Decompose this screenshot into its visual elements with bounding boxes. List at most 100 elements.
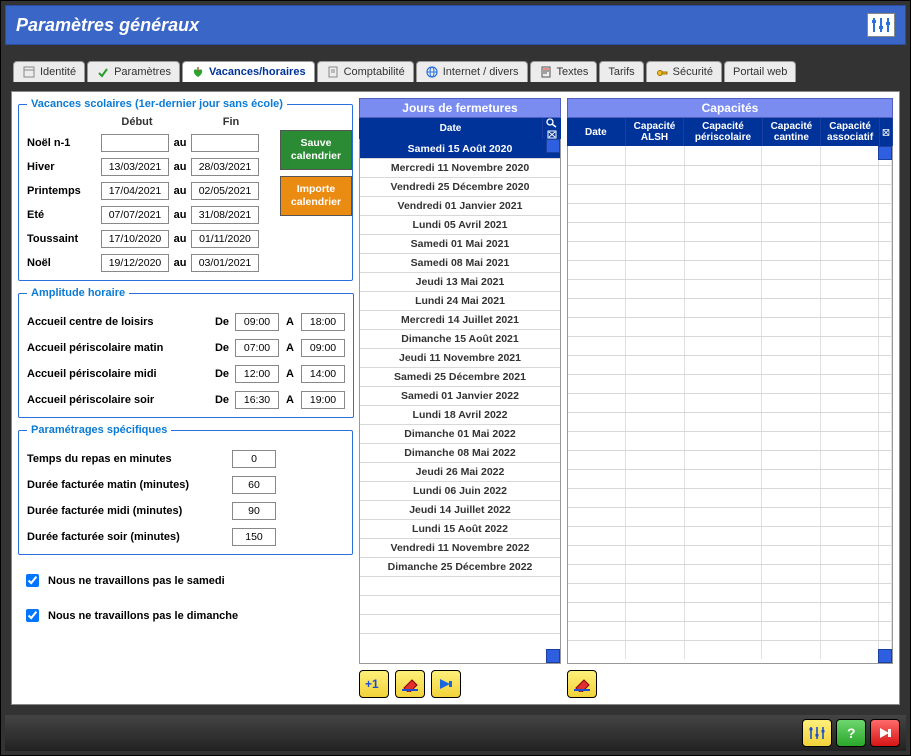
scroll-up-icon[interactable] — [546, 139, 560, 153]
th-capacite[interactable]: Date — [567, 118, 626, 146]
amp-to-input[interactable] — [301, 339, 345, 357]
closure-row[interactable]: Dimanche 15 Août 2021 — [360, 329, 560, 348]
closure-row[interactable] — [360, 595, 560, 614]
closure-row[interactable]: Lundi 05 Avril 2021 — [360, 215, 560, 234]
closure-row[interactable]: Jeudi 11 Novembre 2021 — [360, 348, 560, 367]
tab-identit-[interactable]: Identité — [13, 61, 85, 82]
tab-comptabilit-[interactable]: Comptabilité — [317, 61, 414, 82]
delete-capacity-button[interactable] — [567, 670, 597, 698]
capacity-row[interactable] — [568, 241, 892, 260]
vac-debut-input[interactable] — [101, 134, 169, 152]
closure-row[interactable]: Mercredi 11 Novembre 2020 — [360, 158, 560, 177]
closure-row[interactable]: Dimanche 25 Décembre 2022 — [360, 557, 560, 576]
tab-s-curit-[interactable]: Sécurité — [646, 61, 722, 82]
capacity-row[interactable] — [568, 336, 892, 355]
capacity-row[interactable] — [568, 640, 892, 659]
closure-row[interactable]: Vendredi 11 Novembre 2022 — [360, 538, 560, 557]
closure-row[interactable]: Dimanche 01 Mai 2022 — [360, 424, 560, 443]
vac-debut-input[interactable] — [101, 158, 169, 176]
capacity-row[interactable] — [568, 298, 892, 317]
delete-row-button[interactable] — [395, 670, 425, 698]
capacity-row[interactable] — [568, 146, 892, 165]
closure-row[interactable]: Dimanche 08 Mai 2022 — [360, 443, 560, 462]
closure-row[interactable]: Samedi 01 Janvier 2022 — [360, 386, 560, 405]
footer-help-button[interactable]: ? — [836, 719, 866, 747]
vac-fin-input[interactable] — [191, 182, 259, 200]
closure-row[interactable]: Lundi 18 Avril 2022 — [360, 405, 560, 424]
vac-fin-input[interactable] — [191, 230, 259, 248]
capacity-row[interactable] — [568, 450, 892, 469]
next-button[interactable] — [431, 670, 461, 698]
closure-row[interactable] — [360, 576, 560, 595]
vac-debut-input[interactable] — [101, 182, 169, 200]
closure-row[interactable]: Samedi 25 Décembre 2021 — [360, 367, 560, 386]
vac-fin-input[interactable] — [191, 254, 259, 272]
capacity-row[interactable] — [568, 165, 892, 184]
closure-row[interactable] — [360, 614, 560, 633]
closure-row[interactable]: Lundi 06 Juin 2022 — [360, 481, 560, 500]
save-calendar-button[interactable]: Sauve calendrier — [280, 130, 352, 170]
fermetures-body[interactable]: Samedi 15 Août 2020Mercredi 11 Novembre … — [359, 139, 561, 664]
closure-row[interactable]: Mercredi 14 Juillet 2021 — [360, 310, 560, 329]
tab-param-tres[interactable]: Paramètres — [87, 61, 180, 82]
closure-row[interactable]: Samedi 08 Mai 2021 — [360, 253, 560, 272]
capacity-row[interactable] — [568, 602, 892, 621]
capacity-row[interactable] — [568, 317, 892, 336]
th-capacite[interactable]: Capacité associatif — [821, 118, 880, 146]
amp-from-input[interactable] — [235, 391, 279, 409]
amp-from-input[interactable] — [235, 339, 279, 357]
capacity-row[interactable] — [568, 583, 892, 602]
spec-value-input[interactable] — [232, 450, 276, 468]
scroll-down-icon[interactable] — [546, 649, 560, 663]
capacites-body[interactable] — [567, 146, 893, 664]
amp-to-input[interactable] — [301, 313, 345, 331]
closure-row[interactable]: Jeudi 13 Mai 2021 — [360, 272, 560, 291]
closure-row[interactable]: Vendredi 01 Janvier 2021 — [360, 196, 560, 215]
capacity-row[interactable] — [568, 469, 892, 488]
capacity-row[interactable] — [568, 564, 892, 583]
search-icon[interactable] — [546, 118, 558, 128]
capacity-row[interactable] — [568, 621, 892, 640]
spec-value-input[interactable] — [232, 502, 276, 520]
vac-debut-input[interactable] — [101, 206, 169, 224]
tab-tarifs[interactable]: Tarifs — [599, 61, 643, 82]
th-capacite[interactable]: Capacité ALSH — [626, 118, 685, 146]
capacity-row[interactable] — [568, 412, 892, 431]
capacity-row[interactable] — [568, 260, 892, 279]
tab-internet-divers[interactable]: Internet / divers — [416, 61, 528, 82]
scroll-down-icon[interactable] — [878, 649, 892, 663]
amp-to-input[interactable] — [301, 365, 345, 383]
vac-fin-input[interactable] — [191, 206, 259, 224]
chk-samedi[interactable]: Nous ne travaillons pas le samedi — [22, 571, 353, 590]
delete-icon[interactable] — [882, 127, 890, 138]
capacity-row[interactable] — [568, 279, 892, 298]
th-date[interactable]: Date — [359, 118, 543, 139]
closure-row[interactable]: Jeudi 14 Juillet 2022 — [360, 500, 560, 519]
capacity-row[interactable] — [568, 203, 892, 222]
capacity-row[interactable] — [568, 374, 892, 393]
capacity-row[interactable] — [568, 393, 892, 412]
scroll-up-icon[interactable] — [878, 146, 892, 160]
capacity-row[interactable] — [568, 184, 892, 203]
closure-row[interactable]: Jeudi 26 Mai 2022 — [360, 462, 560, 481]
capacity-row[interactable] — [568, 431, 892, 450]
capacity-row[interactable] — [568, 507, 892, 526]
amp-to-input[interactable] — [301, 391, 345, 409]
closure-row[interactable]: Lundi 24 Mai 2021 — [360, 291, 560, 310]
tab-vacances-horaires[interactable]: Vacances/horaires — [182, 61, 315, 82]
capacity-row[interactable] — [568, 355, 892, 374]
footer-close-button[interactable] — [870, 719, 900, 747]
capacity-row[interactable] — [568, 488, 892, 507]
import-calendar-button[interactable]: Importe calendrier — [280, 176, 352, 216]
tab-textes[interactable]: Textes — [530, 61, 598, 82]
capacity-row[interactable] — [568, 222, 892, 241]
closure-row[interactable]: Samedi 15 Août 2020 — [360, 139, 560, 158]
closure-row[interactable]: Vendredi 25 Décembre 2020 — [360, 177, 560, 196]
settings-icon-button[interactable] — [867, 13, 895, 37]
vac-fin-input[interactable] — [191, 134, 259, 152]
amp-from-input[interactable] — [235, 313, 279, 331]
add-row-button[interactable]: +1 — [359, 670, 389, 698]
amp-from-input[interactable] — [235, 365, 279, 383]
th-capacite[interactable]: Capacité périscolaire — [684, 118, 762, 146]
chk-dimanche[interactable]: Nous ne travaillons pas le dimanche — [22, 606, 353, 625]
